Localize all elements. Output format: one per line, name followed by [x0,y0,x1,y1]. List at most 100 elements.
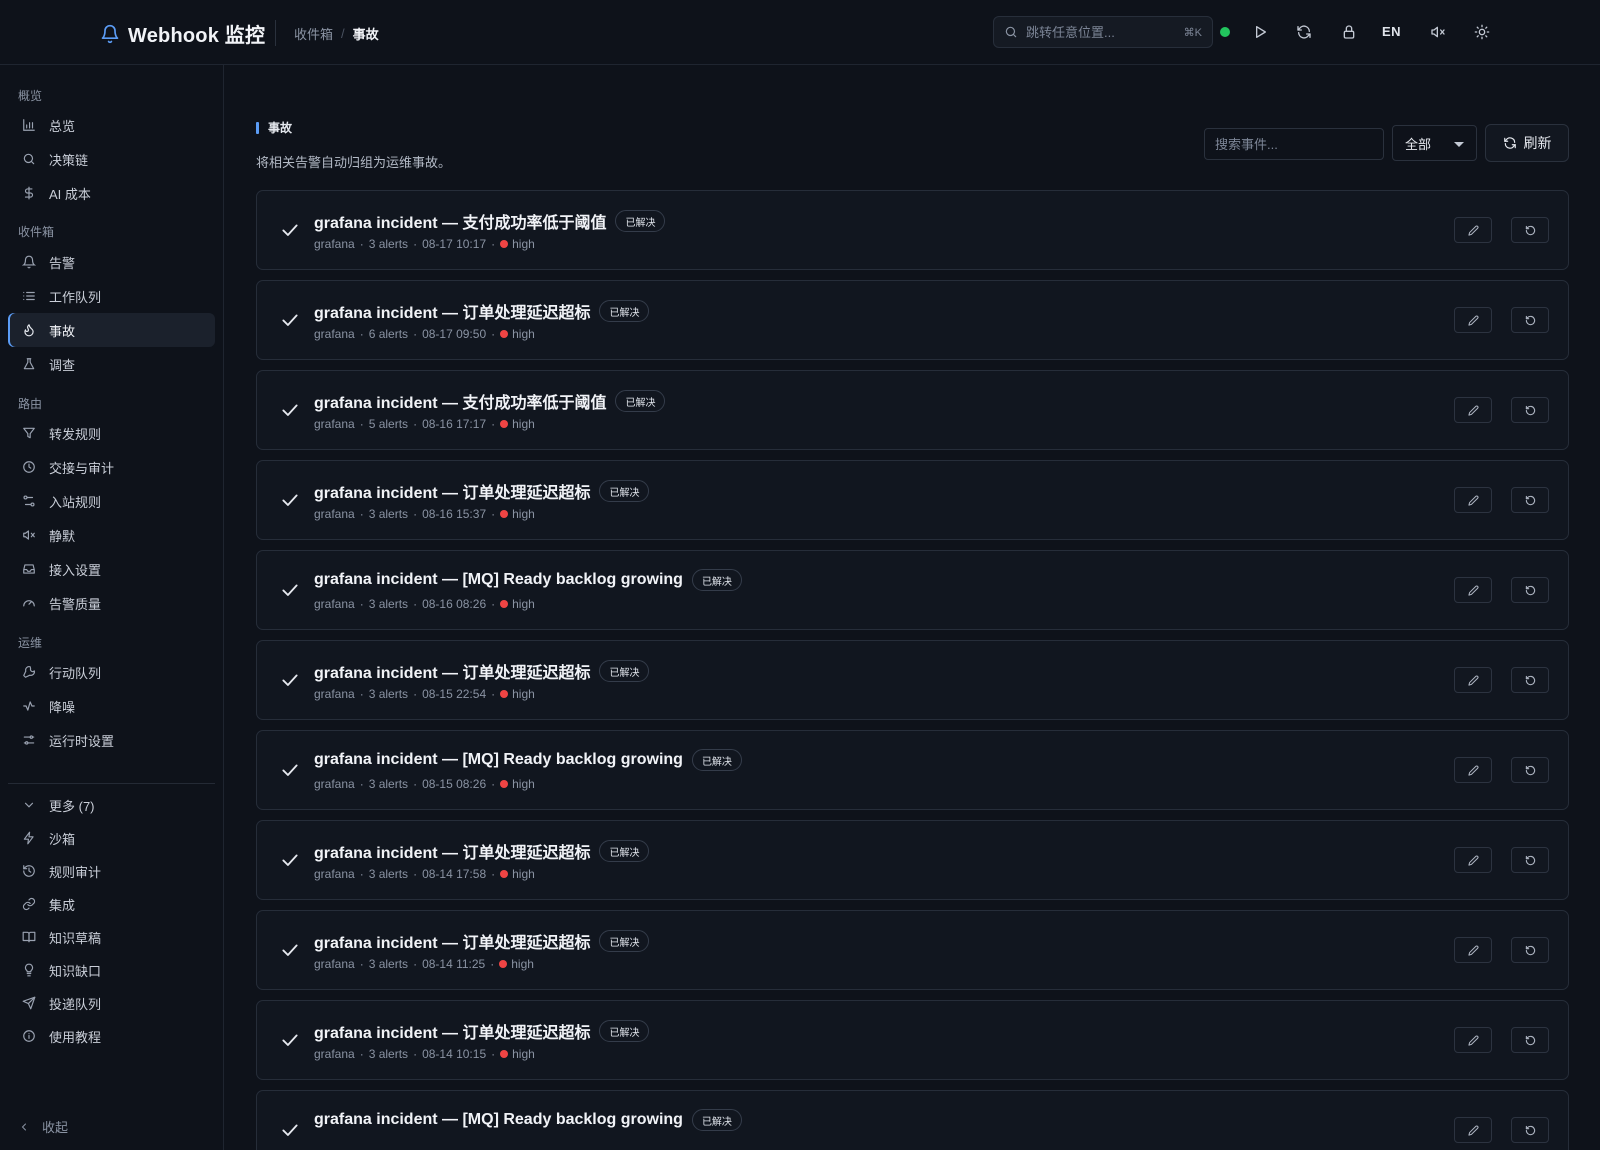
mute-button[interactable] [1426,20,1450,44]
reopen-incident-button[interactable] [1511,937,1549,963]
edit-incident-button[interactable] [1454,217,1492,243]
incident-card[interactable]: grafana incident — 订单处理延迟超标 已解决 grafana … [256,640,1569,720]
sidebar-item-action-queue[interactable]: 行动队列 [8,655,215,689]
reopen-incident-button[interactable] [1511,217,1549,243]
send-icon [22,996,36,1010]
meta-separator: · [359,957,364,971]
incident-title[interactable]: grafana incident — 订单处理延迟超标 [314,299,590,323]
sidebar-item-delivery-queue[interactable]: 投递队列 [8,988,215,1018]
edit-incident-button[interactable] [1454,307,1492,333]
incident-card[interactable]: grafana incident — 订单处理延迟超标 已解决 grafana … [256,460,1569,540]
status-filter-select[interactable]: 全部 [1392,125,1477,161]
incident-card[interactable]: grafana incident — 支付成功率低于阈值 已解决 grafana… [256,190,1569,270]
incident-title[interactable]: grafana incident — [MQ] Ready backlog gr… [314,571,683,589]
status-badge: 已解决 [599,1020,650,1042]
sidebar-item-ingest-settings[interactable]: 接入设置 [8,552,215,586]
edit-incident-button[interactable] [1454,937,1492,963]
lock-button[interactable] [1337,20,1361,44]
incident-card[interactable]: grafana incident — [MQ] Ready backlog gr… [256,730,1569,810]
sidebar-more-toggle[interactable]: 更多 (7) [8,790,215,820]
incident-title[interactable]: grafana incident — 订单处理延迟超标 [314,659,590,683]
sidebar-item-inbound-rules[interactable]: 入站规则 [8,484,215,518]
sidebar-item-alerts[interactable]: 告警 [8,245,215,279]
sidebar-item-overview[interactable]: 总览 [8,108,215,142]
incident-title[interactable]: grafana incident — [MQ] Ready backlog gr… [314,751,683,769]
sidebar-item-integrations[interactable]: 集成 [8,889,215,919]
sidebar-item-noise-reduction[interactable]: 降噪 [8,689,215,723]
theme-toggle-button[interactable] [1470,20,1494,44]
refresh-button[interactable]: 刷新 [1485,124,1569,162]
sidebar-item-forwarding-rules[interactable]: 转发规则 [8,416,215,450]
reopen-incident-button[interactable] [1511,1027,1549,1053]
check-icon [280,940,300,960]
incident-card[interactable]: grafana incident — 订单处理延迟超标 已解决 grafana … [256,1000,1569,1080]
meta-separator: · [359,237,364,251]
sidebar-item-work-queue[interactable]: 工作队列 [8,279,215,313]
status-badge: 已解决 [615,390,666,412]
brand[interactable]: Webhook 监控 [100,19,265,48]
incident-card[interactable]: grafana incident — 订单处理延迟超标 已解决 grafana … [256,910,1569,990]
global-search[interactable]: ⌘K [993,16,1213,48]
incident-title[interactable]: grafana incident — [MQ] Ready backlog gr… [314,1111,683,1129]
sidebar-item-runtime-settings[interactable]: 运行时设置 [8,723,215,757]
language-toggle[interactable]: EN [1382,24,1401,39]
edit-incident-button[interactable] [1454,1027,1492,1053]
sidebar-item-incidents[interactable]: 事故 [8,313,215,347]
meta-separator: · [490,957,495,971]
play-button[interactable] [1248,20,1272,44]
reopen-incident-button[interactable] [1511,397,1549,423]
status-badge: 已解决 [599,300,650,322]
incident-card[interactable]: grafana incident — [MQ] Ready backlog gr… [256,1090,1569,1150]
pencil-icon [1467,495,1479,506]
edit-incident-button[interactable] [1454,1117,1492,1143]
incident-title[interactable]: grafana incident — 订单处理延迟超标 [314,1019,590,1043]
reopen-incident-button[interactable] [1511,667,1549,693]
sidebar-item-decision-chain[interactable]: 决策链 [8,142,215,176]
status-badge: 已解决 [691,1109,742,1131]
reopen-incident-button[interactable] [1511,577,1549,603]
sidebar-item-rule-audit[interactable]: 规则审计 [8,856,215,886]
edit-incident-button[interactable] [1454,577,1492,603]
edit-incident-button[interactable] [1454,487,1492,513]
incident-title[interactable]: grafana incident — 订单处理延迟超标 [314,479,590,503]
sidebar-item-investigations[interactable]: 调查 [8,347,215,381]
sidebar-item-knowledge-gaps[interactable]: 知识缺口 [8,955,215,985]
sidebar-collapse-button[interactable]: 收起 [18,1117,68,1136]
incident-card[interactable]: grafana incident — 订单处理延迟超标 已解决 grafana … [256,820,1569,900]
reopen-incident-button[interactable] [1511,757,1549,783]
global-search-input[interactable] [1026,24,1176,40]
pencil-icon [1467,765,1479,776]
incident-meta: grafana · 3 alerts · 08-14 10:15 · high [314,1047,535,1061]
meta-separator: · [491,867,496,881]
incident-title[interactable]: grafana incident — 订单处理延迟超标 [314,929,590,953]
reopen-incident-button[interactable] [1511,487,1549,513]
sidebar-item-silences[interactable]: 静默 [8,518,215,552]
incident-card[interactable]: grafana incident — 订单处理延迟超标 已解决 grafana … [256,280,1569,360]
incident-title-row: grafana incident — [MQ] Ready backlog gr… [314,749,742,771]
pencil-icon [1467,1125,1479,1136]
sidebar-item-sandbox[interactable]: 沙箱 [8,823,215,853]
reopen-incident-button[interactable] [1511,307,1549,333]
incident-title[interactable]: grafana incident — 支付成功率低于阈值 [314,209,606,233]
incident-search-input[interactable] [1204,128,1384,160]
incident-card[interactable]: grafana incident — [MQ] Ready backlog gr… [256,550,1569,630]
incident-title[interactable]: grafana incident — 支付成功率低于阈值 [314,389,606,413]
reopen-incident-button[interactable] [1511,1117,1549,1143]
check-icon [280,1120,300,1140]
incident-title[interactable]: grafana incident — 订单处理延迟超标 [314,839,590,863]
sidebar-item-label: AI 成本 [49,186,91,202]
sidebar-item-alert-quality[interactable]: 告警质量 [8,586,215,620]
edit-incident-button[interactable] [1454,757,1492,783]
sidebar-item-label: 规则审计 [49,864,102,880]
edit-incident-button[interactable] [1454,847,1492,873]
sidebar-item-handoff-audit[interactable]: 交接与审计 [8,450,215,484]
edit-incident-button[interactable] [1454,667,1492,693]
reload-button[interactable] [1292,20,1316,44]
edit-incident-button[interactable] [1454,397,1492,423]
sidebar-item-knowledge-drafts[interactable]: 知识草稿 [8,922,215,952]
reopen-incident-button[interactable] [1511,847,1549,873]
incident-card[interactable]: grafana incident — 支付成功率低于阈值 已解决 grafana… [256,370,1569,450]
sidebar-item-ai-cost[interactable]: AI 成本 [8,176,215,210]
breadcrumb-parent[interactable]: 收件箱 [294,24,333,43]
sidebar-item-tutorial[interactable]: 使用教程 [8,1021,215,1051]
